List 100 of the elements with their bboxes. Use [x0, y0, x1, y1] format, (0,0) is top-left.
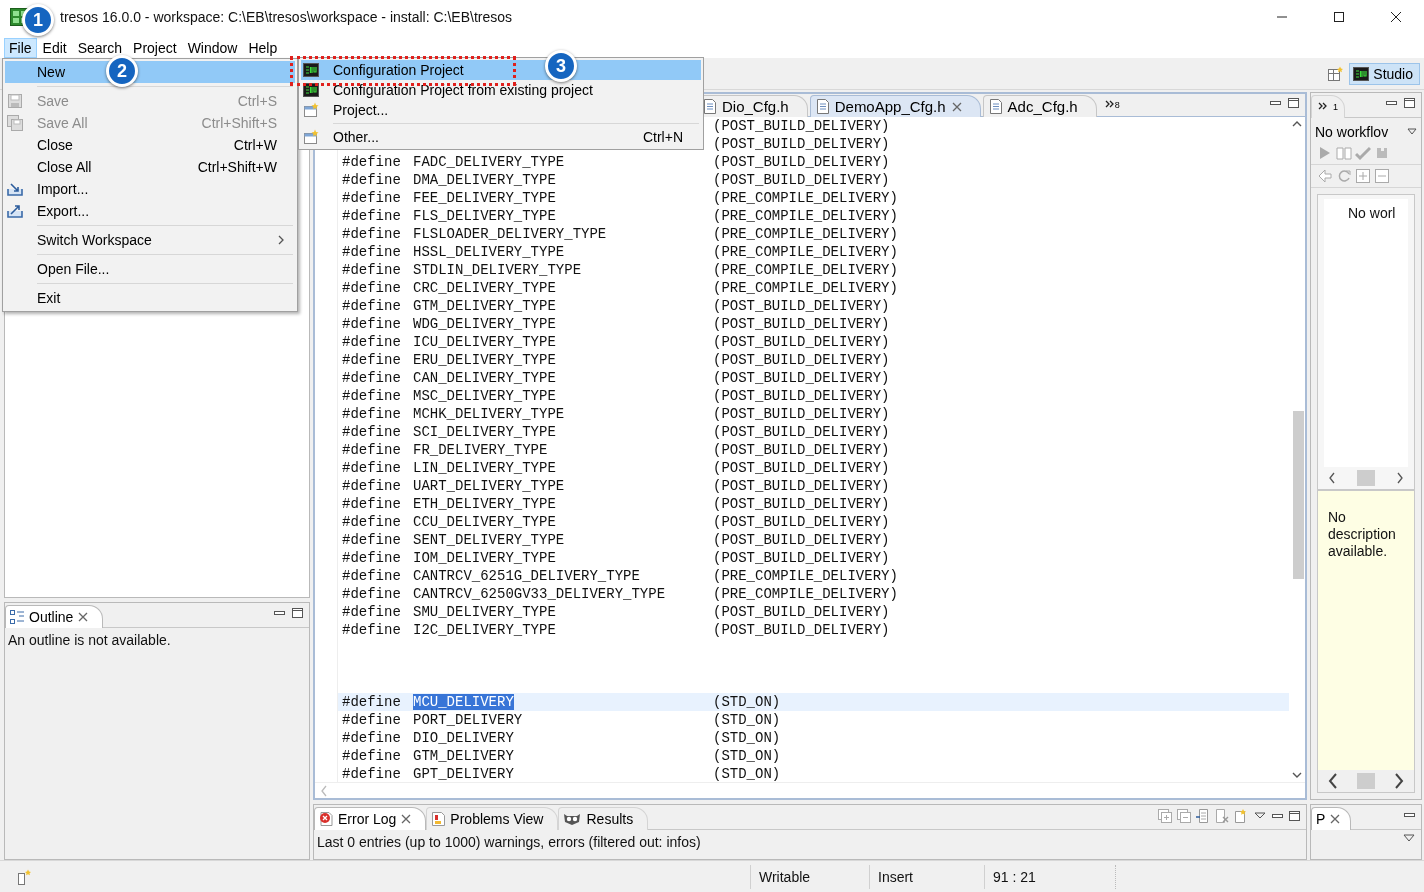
code-identifier: ERU_DELIVERY_TYPE [413, 352, 556, 368]
code-identifier: PORT_DELIVERY [413, 712, 523, 728]
chip-icon [303, 63, 319, 77]
tab-overflow-button[interactable]: 8 [1098, 100, 1126, 110]
code-keyword: #define [342, 225, 402, 243]
code-value: (POST_BUILD_DELIVERY) [713, 351, 890, 369]
checkmark-icon[interactable] [1355, 145, 1371, 161]
scroll-left-icon[interactable] [1328, 773, 1338, 789]
export-log-icon[interactable] [1195, 807, 1211, 824]
code-keyword: #define [342, 441, 402, 459]
outline-icon [10, 610, 24, 624]
collapse-all-icon[interactable] [1374, 168, 1390, 184]
menu-item[interactable]: Open File... [5, 258, 295, 280]
collapse-all-icon[interactable] [1176, 807, 1192, 824]
expand-all-icon[interactable] [1355, 168, 1371, 184]
code-value: (PRE_COMPILE_DELIVERY) [713, 585, 898, 603]
code-identifier: SENT_DELIVERY_TYPE [413, 532, 565, 548]
code-value: (POST_BUILD_DELIVERY) [713, 459, 890, 477]
menu-bar-item[interactable]: Project [128, 38, 182, 58]
panel-tab[interactable]: Problems View [426, 807, 559, 830]
code-value: (STD_ON) [713, 711, 781, 729]
delete-log-icon[interactable] [1214, 807, 1230, 824]
code-value: (STD_ON) [713, 747, 781, 765]
menu-bar-item[interactable]: Edit [37, 38, 72, 58]
code-keyword: #define [342, 603, 402, 621]
menu-item[interactable]: Switch Workspace [5, 229, 295, 251]
code-value: (POST_BUILD_DELIVERY) [713, 477, 890, 495]
chip-icon [1353, 66, 1370, 81]
panel-tab[interactable]: 1 [1311, 95, 1345, 118]
menu-item[interactable]: Exit [5, 287, 295, 309]
code-keyword: #define [342, 189, 402, 207]
scroll-right-icon[interactable] [1396, 472, 1404, 484]
code-value: (POST_BUILD_DELIVERY) [713, 171, 890, 189]
editor-tab[interactable]: Adc_Cfg.h [982, 95, 1097, 117]
code-value: (PRE_COMPILE_DELIVERY) [713, 225, 898, 243]
panel-tab[interactable]: Results [558, 807, 649, 830]
scrollbar-thumb[interactable] [1357, 773, 1375, 789]
close-icon [1389, 11, 1402, 23]
close-icon[interactable] [1330, 814, 1341, 824]
code-value: (POST_BUILD_DELIVERY) [713, 297, 890, 315]
menu-item[interactable]: Close All Ctrl+Shift+W [5, 156, 295, 178]
maximize-icon[interactable] [1288, 809, 1302, 822]
code-value: (POST_BUILD_DELIVERY) [713, 441, 890, 459]
scroll-left-icon[interactable] [1328, 472, 1336, 484]
workflow-list-text: No worl [1348, 205, 1396, 221]
scrollbar-thumb[interactable] [1293, 411, 1304, 579]
expand-all-icon[interactable] [1157, 807, 1173, 824]
code-keyword: #define [342, 693, 402, 711]
code-identifier: FADC_DELIVERY_TYPE [413, 154, 565, 170]
new-item-icon [303, 102, 319, 118]
panel-tab[interactable]: P [1311, 807, 1352, 830]
maximize-icon[interactable] [291, 607, 305, 619]
menu-item[interactable]: Export... [5, 200, 295, 222]
code-value: (POST_BUILD_DELIVERY) [713, 405, 890, 423]
code-identifier: CRC_DELIVERY_TYPE [413, 280, 556, 296]
panel-tab[interactable]: Outline [5, 605, 104, 628]
code-identifier: ICU_DELIVERY_TYPE [413, 334, 556, 350]
menu-bar-item[interactable]: Help [243, 38, 283, 58]
close-icon[interactable] [401, 814, 412, 824]
code-identifier: SCI_DELIVERY_TYPE [413, 424, 556, 440]
double-chevron-icon [1318, 102, 1328, 112]
menu-bar-item[interactable]: File [4, 38, 37, 58]
document-icon [816, 99, 829, 114]
window-title: tresos 16.0.0 - workspace: C:\EB\tresos\workspace - install: C:\EB\tresos [60, 9, 514, 25]
status-text: 91 : 21 [993, 868, 1036, 885]
code-value: (POST_BUILD_DELIVERY) [713, 315, 890, 333]
workflow-dropdown[interactable]: No workflov [1311, 118, 1421, 142]
menu-bar-item[interactable]: Window [182, 38, 243, 58]
back-icon[interactable] [1317, 168, 1333, 184]
close-icon[interactable] [951, 101, 962, 112]
code-keyword: #define [342, 459, 402, 477]
view-menu-icon[interactable] [1403, 834, 1415, 842]
maximize-icon[interactable] [1287, 97, 1301, 109]
perspective-button[interactable]: Studio [1349, 62, 1420, 85]
chevron-right-icon [277, 234, 285, 246]
panel-tab[interactable]: Error Log [314, 807, 427, 830]
code-identifier: DIO_DELIVERY [413, 730, 514, 746]
menu-item[interactable]: Close Ctrl+W [5, 134, 295, 156]
close-icon[interactable] [78, 612, 89, 622]
code-keyword: #define [342, 477, 402, 495]
code-keyword: #define [342, 765, 402, 782]
scroll-right-icon[interactable] [1394, 773, 1404, 789]
log-message: Last 0 entries (up to 1000) warnings, errors (filtered out: infos) [316, 833, 702, 852]
code-identifier: GTM_DELIVERY_TYPE [413, 298, 556, 314]
code-identifier: HSSL_DELIVERY_TYPE [413, 244, 565, 260]
code-identifier: MCHK_DELIVERY_TYPE [413, 406, 565, 422]
maximize-icon[interactable] [1403, 97, 1417, 109]
code-keyword: #define [342, 315, 402, 333]
scrollbar-thumb[interactable] [1357, 470, 1375, 486]
code-keyword: #define [342, 405, 402, 423]
code-keyword: #define [342, 261, 402, 279]
menu-item[interactable]: Other... Ctrl+N [301, 127, 701, 147]
code-keyword: #define [342, 711, 402, 729]
editor-tab[interactable]: DemoApp_Cfg.h [809, 95, 981, 117]
code-identifier: FLS_DELIVERY_TYPE [413, 208, 556, 224]
menu-bar-item[interactable]: Search [72, 38, 128, 58]
code-keyword: #define [342, 153, 402, 171]
menu-item[interactable]: Import... [5, 178, 295, 200]
code-keyword: #define [342, 495, 402, 513]
open-log-icon[interactable] [1233, 807, 1249, 824]
